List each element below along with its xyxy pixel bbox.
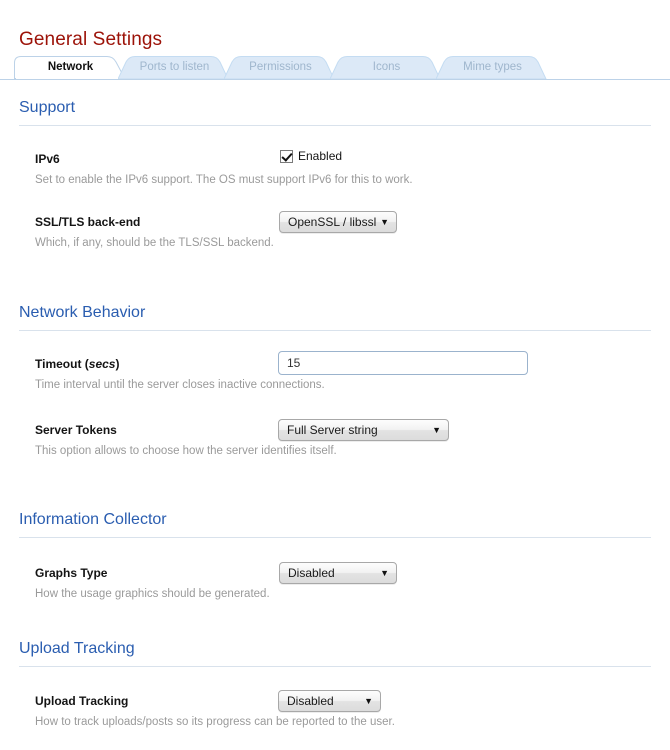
tab-icons[interactable]: Icons bbox=[330, 56, 443, 79]
ssl-tls-backend-select[interactable]: OpenSSL / libssl ▼ bbox=[279, 211, 397, 233]
row-label: SSL/TLS back-end bbox=[35, 215, 141, 229]
tab-label: Mime types bbox=[463, 61, 522, 73]
row-timeout: Timeout (secs) Time interval until the s… bbox=[0, 351, 670, 391]
row-help-text: Which, if any, should be the TLS/SSL bac… bbox=[35, 237, 274, 249]
tab-mime-types[interactable]: Mime types bbox=[436, 56, 549, 79]
page-title: General Settings bbox=[19, 28, 163, 50]
chevron-down-icon: ▼ bbox=[432, 425, 441, 435]
general-settings-page: General Settings Network Ports to listen… bbox=[0, 0, 670, 750]
chevron-down-icon: ▼ bbox=[380, 568, 389, 578]
chevron-down-icon: ▼ bbox=[380, 217, 389, 227]
timeout-input-value: 15 bbox=[287, 356, 301, 370]
row-help-text: This option allows to choose how the ser… bbox=[35, 445, 337, 457]
row-label-pre: Timeout ( bbox=[35, 357, 89, 371]
row-label: Upload Tracking bbox=[35, 694, 129, 708]
row-label: IPv6 bbox=[35, 152, 60, 166]
row-label: Graphs Type bbox=[35, 566, 108, 580]
section-divider bbox=[19, 330, 651, 331]
row-label-post: ) bbox=[115, 357, 120, 371]
check-mark-icon[interactable] bbox=[280, 149, 293, 163]
chevron-down-icon: ▼ bbox=[364, 696, 373, 706]
tab-bar-underline bbox=[0, 79, 670, 80]
checkbox-label: Enabled bbox=[298, 149, 343, 163]
tab-label: Ports to listen bbox=[139, 61, 210, 73]
row-help-text: Set to enable the IPv6 support. The OS m… bbox=[35, 174, 413, 186]
section-divider bbox=[19, 537, 651, 538]
tab-network[interactable]: Network bbox=[14, 56, 127, 79]
section-divider bbox=[19, 666, 651, 667]
select-value: Disabled bbox=[287, 694, 334, 708]
section-divider bbox=[19, 125, 651, 126]
section-title: Upload Tracking bbox=[19, 640, 135, 657]
tab-label: Permissions bbox=[249, 61, 312, 73]
row-help-text: How the usage graphics should be generat… bbox=[35, 588, 270, 600]
section-title: Network Behavior bbox=[19, 304, 146, 321]
row-label: Timeout (secs) bbox=[35, 357, 119, 371]
tab-ports-to-listen[interactable]: Ports to listen bbox=[118, 56, 231, 79]
upload-tracking-select[interactable]: Disabled ▼ bbox=[278, 690, 381, 712]
row-help-text: How to track uploads/posts so its progre… bbox=[35, 716, 395, 728]
section-title: Support bbox=[19, 99, 76, 116]
select-value: Full Server string bbox=[287, 423, 378, 437]
select-value: Disabled bbox=[288, 566, 335, 580]
row-label-unit: secs bbox=[88, 357, 116, 371]
select-value: OpenSSL / libssl bbox=[288, 215, 377, 229]
row-label: Server Tokens bbox=[35, 423, 117, 437]
server-tokens-select[interactable]: Full Server string ▼ bbox=[278, 419, 449, 441]
row-server-tokens: Server Tokens This option allows to choo… bbox=[0, 419, 670, 457]
row-ssl-tls-backend: SSL/TLS back-end Which, if any, should b… bbox=[0, 211, 670, 249]
row-upload-tracking: Upload Tracking How to track uploads/pos… bbox=[0, 690, 670, 728]
timeout-input[interactable]: 15 bbox=[278, 351, 528, 375]
tab-bar: Network Ports to listen Permissions Icon… bbox=[0, 56, 670, 80]
graphs-type-select[interactable]: Disabled ▼ bbox=[279, 562, 397, 584]
tab-label: Network bbox=[47, 61, 94, 73]
row-graphs-type: Graphs Type How the usage graphics shoul… bbox=[0, 562, 670, 600]
section-title: Information Collector bbox=[19, 511, 167, 528]
tab-permissions[interactable]: Permissions bbox=[224, 56, 337, 79]
tab-label: Icons bbox=[372, 61, 401, 73]
ipv6-checkbox-field[interactable]: Enabled bbox=[280, 149, 342, 163]
row-help-text: Time interval until the server closes in… bbox=[35, 379, 325, 391]
